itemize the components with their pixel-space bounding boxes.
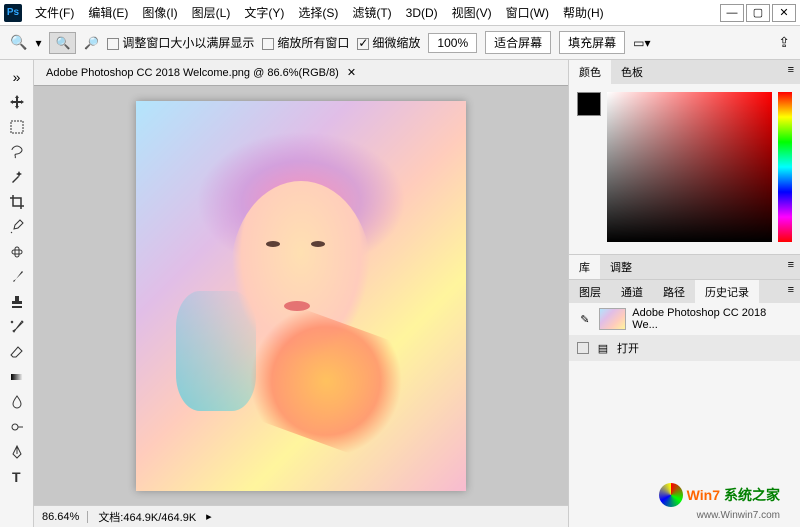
history-brush-tool[interactable]	[5, 316, 29, 338]
type-tool[interactable]: T	[5, 466, 29, 488]
eraser-tool[interactable]	[5, 341, 29, 363]
dodge-tool[interactable]	[5, 416, 29, 438]
menu-layer[interactable]: 图层(L)	[185, 4, 238, 21]
canvas-area: Adobe Photoshop CC 2018 Welcome.png @ 86…	[34, 60, 568, 527]
menu-edit[interactable]: 编辑(E)	[81, 4, 135, 21]
tab-libraries[interactable]: 库	[569, 255, 600, 279]
collapse-icon[interactable]: »	[5, 66, 29, 88]
zoom-in-icon[interactable]: 🔍	[49, 32, 76, 54]
healing-tool[interactable]	[5, 241, 29, 263]
history-step-label: 打开	[617, 340, 639, 356]
zoom-100-button[interactable]: 100%	[428, 33, 477, 53]
marquee-tool[interactable]	[5, 116, 29, 138]
crop-tool[interactable]	[5, 191, 29, 213]
menu-view[interactable]: 视图(V)	[445, 4, 499, 21]
panel-menu-icon[interactable]: ≡	[782, 60, 800, 84]
menu-type[interactable]: 文字(Y)	[237, 4, 291, 21]
tab-layers[interactable]: 图层	[569, 280, 611, 303]
history-step[interactable]: ▤ 打开	[569, 336, 800, 361]
tab-color[interactable]: 颜色	[569, 60, 611, 84]
options-bar: 🔍 ▾ 🔍 🔎 调整窗口大小以满屏显示 缩放所有窗口 细微缩放 100% 适合屏…	[0, 26, 800, 60]
tab-adjustments[interactable]: 调整	[600, 255, 642, 279]
tab-paths[interactable]: 路径	[653, 280, 695, 303]
document-tab[interactable]: Adobe Photoshop CC 2018 Welcome.png @ 86…	[34, 60, 568, 86]
ps-logo-icon: Ps	[4, 4, 22, 22]
foreground-color[interactable]	[577, 92, 601, 116]
maximize-button[interactable]: ▢	[746, 4, 770, 22]
brush-tool[interactable]	[5, 266, 29, 288]
status-bar: 86.64% 文档:464.9K/464.9K ▸	[34, 505, 568, 527]
fit-screen-button[interactable]: 适合屏幕	[485, 31, 551, 54]
document-icon: ▤	[595, 340, 611, 356]
menu-file[interactable]: 文件(F)	[28, 4, 81, 21]
screen-mode-icon[interactable]: ▭▾	[633, 36, 650, 50]
canvas-viewport[interactable]	[34, 86, 568, 505]
doc-info[interactable]: 文档:464.9K/464.9K	[98, 509, 196, 525]
close-tab-icon[interactable]: ✕	[347, 66, 356, 79]
fill-screen-button[interactable]: 填充屏幕	[559, 31, 625, 54]
menu-window[interactable]: 窗口(W)	[499, 4, 556, 21]
tab-channels[interactable]: 通道	[611, 280, 653, 303]
snapshot-name: Adobe Photoshop CC 2018 We...	[632, 307, 792, 331]
workspace: » T Adobe Photoshop CC 2018 Welcome.png …	[0, 60, 800, 527]
tools-panel: » T	[0, 60, 34, 527]
history-snapshot[interactable]: ✎ Adobe Photoshop CC 2018 We...	[569, 303, 800, 336]
svg-text:T: T	[12, 469, 21, 485]
menu-filter[interactable]: 滤镜(T)	[345, 4, 398, 21]
menu-select[interactable]: 选择(S)	[291, 4, 345, 21]
menu-help[interactable]: 帮助(H)	[556, 4, 611, 21]
zoom-level[interactable]: 86.64%	[42, 511, 88, 523]
color-field[interactable]	[607, 92, 772, 242]
library-panel-tabs: 库 调整 ≡	[569, 255, 800, 279]
zoom-out-icon[interactable]: 🔎	[84, 36, 99, 50]
blur-tool[interactable]	[5, 391, 29, 413]
tab-swatches[interactable]: 色板	[611, 60, 653, 84]
eyedropper-tool[interactable]	[5, 216, 29, 238]
share-icon[interactable]: ⇪	[778, 34, 790, 51]
magic-wand-tool[interactable]	[5, 166, 29, 188]
scrubby-zoom-checkbox[interactable]: 细微缩放	[357, 34, 420, 51]
zoom-tool-icon[interactable]: 🔍	[10, 34, 27, 51]
brush-icon: ✎	[577, 311, 593, 327]
pen-tool[interactable]	[5, 441, 29, 463]
right-panels: 颜色 色板 ≡ 库 调整 ≡ 图层 通道 路径 历史记录 ≡ ✎ Adobe	[568, 60, 800, 527]
color-panel	[569, 84, 800, 254]
lasso-tool[interactable]	[5, 141, 29, 163]
history-marker-icon	[577, 342, 589, 354]
document-tab-title: Adobe Photoshop CC 2018 Welcome.png @ 86…	[46, 67, 339, 79]
menu-3d[interactable]: 3D(D)	[399, 6, 445, 20]
minimize-button[interactable]: —	[720, 4, 744, 22]
menubar: Ps 文件(F) 编辑(E) 图像(I) 图层(L) 文字(Y) 选择(S) 滤…	[0, 0, 800, 26]
close-button[interactable]: ✕	[772, 4, 796, 22]
window-controls: — ▢ ✕	[720, 4, 796, 22]
panel-menu-icon[interactable]: ≡	[782, 255, 800, 279]
menu-image[interactable]: 图像(I)	[135, 4, 184, 21]
zoom-all-checkbox[interactable]: 缩放所有窗口	[262, 34, 349, 51]
info-chevron-icon[interactable]: ▸	[206, 510, 212, 523]
canvas-image	[136, 101, 466, 491]
tab-history[interactable]: 历史记录	[695, 280, 759, 303]
resize-windows-checkbox[interactable]: 调整窗口大小以满屏显示	[107, 34, 254, 51]
hue-slider[interactable]	[778, 92, 792, 242]
panel-menu-icon[interactable]: ≡	[782, 280, 800, 303]
color-panel-tabs: 颜色 色板 ≡	[569, 60, 800, 84]
chevron-down-icon[interactable]: ▾	[35, 36, 41, 50]
stamp-tool[interactable]	[5, 291, 29, 313]
layer-panel-tabs: 图层 通道 路径 历史记录 ≡	[569, 279, 800, 303]
snapshot-thumb	[599, 308, 627, 330]
gradient-tool[interactable]	[5, 366, 29, 388]
move-tool[interactable]	[5, 91, 29, 113]
